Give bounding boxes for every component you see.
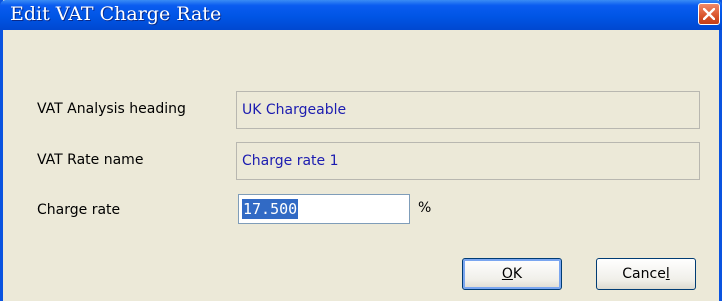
percent-unit-label: % <box>418 200 432 216</box>
ok-button[interactable]: OK <box>462 258 562 290</box>
vat-rate-name-field: Charge rate 1 <box>236 142 700 180</box>
window-title: Edit VAT Charge Rate <box>10 3 222 25</box>
vat-analysis-heading-label: VAT Analysis heading <box>37 101 186 117</box>
close-icon <box>703 8 715 20</box>
vat-rate-name-label: VAT Rate name <box>37 152 144 168</box>
cancel-mnemonic: l <box>665 266 670 282</box>
close-button[interactable] <box>698 3 720 25</box>
cancel-button[interactable]: Cancel <box>596 258 696 290</box>
charge-rate-label: Charge rate <box>37 202 121 218</box>
title-bar[interactable]: Edit VAT Charge Rate <box>0 0 722 30</box>
cancel-label-start: Cance <box>622 266 666 282</box>
edit-vat-charge-rate-dialog: Edit VAT Charge Rate VAT Analysis headin… <box>0 0 722 301</box>
charge-rate-input[interactable]: 17.500 <box>238 194 410 224</box>
vat-analysis-heading-field: UK Chargeable <box>236 91 700 129</box>
ok-label-rest: K <box>512 266 523 282</box>
ok-mnemonic: O <box>501 266 513 282</box>
charge-rate-value: 17.500 <box>242 199 299 219</box>
